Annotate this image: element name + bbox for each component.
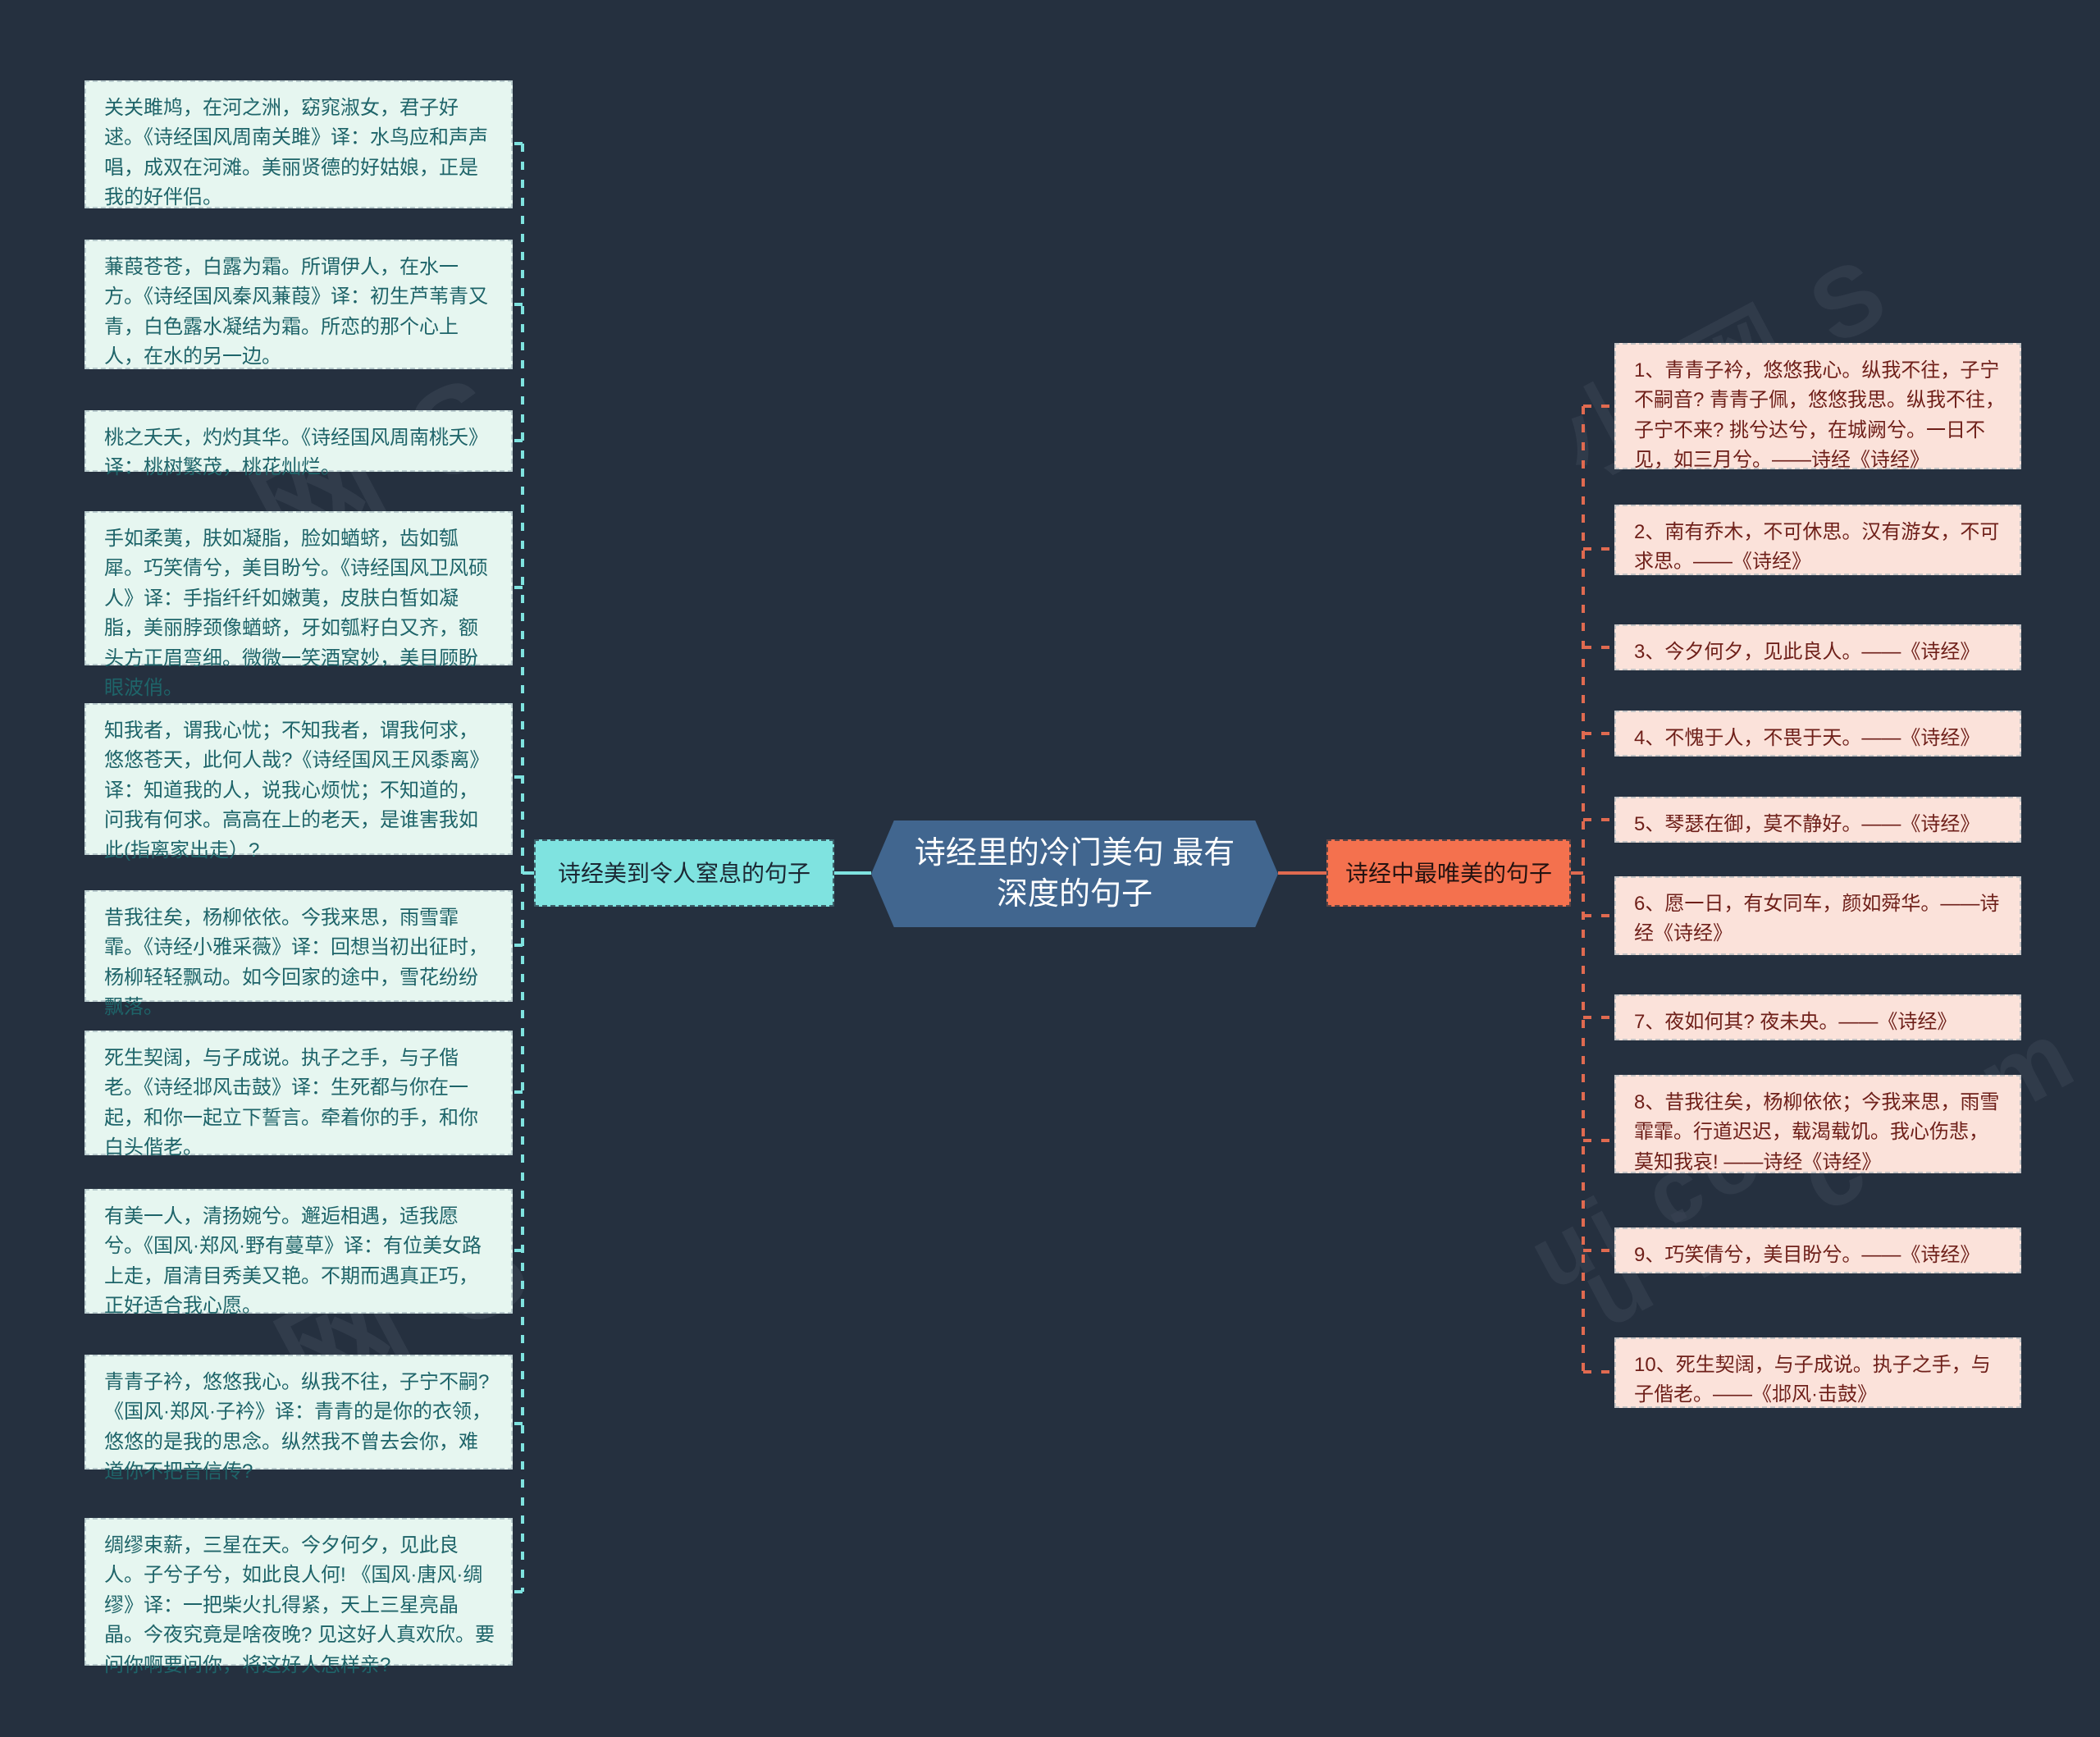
leaf-node-left[interactable]: 绸缪束薪，三星在天。今夕何夕，见此良人。子兮子兮，如此良人何! 《国风·唐风·绸… xyxy=(84,1518,513,1676)
leaf-text: 7、夜如何其? 夜未央。——《诗经》 xyxy=(1634,1011,1957,1033)
leaf-node-right[interactable]: 2、南有乔木，不可休思。汉有游女，不可求思。——《诗经》 xyxy=(1614,505,2021,575)
leaf-text: 蒹葭苍苍，白露为霜。所谓伊人，在水一方。《诗经国风秦风蒹葭》译：初生芦苇青又青，… xyxy=(104,256,488,368)
leaf-text: 知我者，谓我心忧；不知我者，谓我何求，悠悠苍天，此何人哉?《诗经国风王风黍离》译… xyxy=(104,720,490,862)
leaf-text: 4、不愧于人，不畏于天。——《诗经》 xyxy=(1634,727,1980,749)
leaf-text: 绸缪束薪，三星在天。今夕何夕，见此良人。子兮子兮，如此良人何! 《国风·唐风·绸… xyxy=(104,1534,495,1676)
leaf-text: 9、巧笑倩兮，美目盼兮。——《诗经》 xyxy=(1634,1244,1980,1266)
leaf-text: 桃之夭夭，灼灼其华。《诗经国风周南桃夭》译：桃树繁茂，桃花灿烂。 xyxy=(104,427,488,479)
leaf-text: 10、死生契阔，与子成说。执子之手，与子偕老。——《邶风·击鼓》 xyxy=(1634,1354,1991,1406)
leaf-text: 5、琴瑟在御，莫不静好。——《诗经》 xyxy=(1634,813,1980,835)
leaf-text: 手如柔荑，肤如凝脂，脸如蝤蛴，齿如瓠犀。巧笑倩兮，美目盼兮。《诗经国风卫风硕人》… xyxy=(104,528,488,700)
leaf-node-left[interactable]: 有美一人，清扬婉兮。邂逅相遇，适我愿兮。《国风·郑风·野有蔓草》译：有位美女路上… xyxy=(84,1189,513,1318)
branch-label-right[interactable]: 诗经中最唯美的句子 xyxy=(1326,839,1571,907)
leaf-node-left[interactable]: 关关雎鸠，在河之洲，窈窕淑女，君子好逑。《诗经国风周南关雎》译：水鸟应和声声唱，… xyxy=(84,80,513,208)
leaf-node-right[interactable]: 3、今夕何夕，见此良人。——《诗经》 xyxy=(1614,624,2021,670)
leaf-node-left[interactable]: 青青子衿，悠悠我心。纵我不往，子宁不嗣?《国风·郑风·子衿》译：青青的是你的衣领… xyxy=(84,1355,513,1483)
leaf-text: 3、今夕何夕，见此良人。——《诗经》 xyxy=(1634,641,1980,663)
leaf-node-right[interactable]: 10、死生契阔，与子成说。执子之手，与子偕老。——《邶风·击鼓》 xyxy=(1614,1337,2021,1408)
leaf-text: 2、南有乔木，不可休思。汉有游女，不可求思。——《诗经》 xyxy=(1634,521,2000,574)
leaf-node-left[interactable]: 手如柔荑，肤如凝脂，脸如蝤蛴，齿如瓠犀。巧笑倩兮，美目盼兮。《诗经国风卫风硕人》… xyxy=(84,511,513,699)
leaf-text: 1、青青子衿，悠悠我心。纵我不往，子宁不嗣音? 青青子佩，悠悠我思。纵我不往，子… xyxy=(1634,359,2006,472)
leaf-node-right[interactable]: 5、琴瑟在御，莫不静好。——《诗经》 xyxy=(1614,797,2021,843)
leaf-text: 6、愿一日，有女同车，颜如舜华。——诗经《诗经》 xyxy=(1634,893,2000,945)
leaf-node-right[interactable]: 1、青青子衿，悠悠我心。纵我不往，子宁不嗣音? 青青子佩，悠悠我思。纵我不往，子… xyxy=(1614,343,2021,472)
leaf-node-left[interactable]: 死生契阔，与子成说。执子之手，与子偕老。《诗经邶风击鼓》译：生死都与你在一起，和… xyxy=(84,1031,513,1159)
branch-label-left[interactable]: 诗经美到令人窒息的句子 xyxy=(534,839,834,907)
leaf-text: 关关雎鸠，在河之洲，窈窕淑女，君子好逑。《诗经国风周南关雎》译：水鸟应和声声唱，… xyxy=(104,97,488,209)
center-node-title: 诗经里的冷门美句 最有深度的句子 xyxy=(914,835,1235,912)
leaf-node-right[interactable]: 6、愿一日，有女同车，颜如舜华。——诗经《诗经》 xyxy=(1614,876,2021,955)
leaf-text: 昔我往矣，杨柳依依。今我来思，雨雪霏霏。《诗经小雅采薇》译：回想当初出征时，杨柳… xyxy=(104,907,488,1019)
leaf-node-right[interactable]: 8、昔我往矣，杨柳依依；今我来思，雨雪霏霏。行道迟迟，载渴载饥。我心伤悲，莫知我… xyxy=(1614,1075,2021,1173)
leaf-node-right[interactable]: 9、巧笑倩兮，美目盼兮。——《诗经》 xyxy=(1614,1227,2021,1273)
leaf-text: 8、昔我往矣，杨柳依依；今我来思，雨雪霏霏。行道迟迟，载渴载饥。我心伤悲，莫知我… xyxy=(1634,1091,2000,1173)
leaf-node-left[interactable]: 蒹葭苍苍，白露为霜。所谓伊人，在水一方。《诗经国风秦风蒹葭》译：初生芦苇青又青，… xyxy=(84,240,513,369)
leaf-node-left[interactable]: 桃之夭夭，灼灼其华。《诗经国风周南桃夭》译：桃树繁茂，桃花灿烂。 xyxy=(84,410,513,478)
leaf-node-left[interactable]: 昔我往矣，杨柳依依。今我来思，雨雪霏霏。《诗经小雅采薇》译：回想当初出征时，杨柳… xyxy=(84,890,513,1018)
leaf-node-left[interactable]: 知我者，谓我心忧；不知我者，谓我何求，悠悠苍天，此何人哉?《诗经国风王风黍离》译… xyxy=(84,703,513,862)
mindmap-canvas: 网 S 网 S 小 网 S u i . c o m ui.com xyxy=(0,0,2100,1737)
branch-label-right-text: 诗经中最唯美的句子 xyxy=(1344,860,1552,886)
leaf-node-right[interactable]: 4、不愧于人，不畏于天。——《诗经》 xyxy=(1614,711,2021,757)
leaf-text: 青青子衿，悠悠我心。纵我不往，子宁不嗣?《国风·郑风·子衿》译：青青的是你的衣领… xyxy=(104,1371,491,1483)
leaf-text: 死生契阔，与子成说。执子之手，与子偕老。《诗经邶风击鼓》译：生死都与你在一起，和… xyxy=(104,1047,478,1159)
center-node[interactable]: 诗经里的冷门美句 最有深度的句子 xyxy=(871,821,1278,927)
leaf-node-right[interactable]: 7、夜如何其? 夜未央。——《诗经》 xyxy=(1614,994,2021,1040)
branch-label-left-text: 诗经美到令人窒息的句子 xyxy=(557,860,810,886)
leaf-text: 有美一人，清扬婉兮。邂逅相遇，适我愿兮。《国风·郑风·野有蔓草》译：有位美女路上… xyxy=(104,1205,482,1318)
